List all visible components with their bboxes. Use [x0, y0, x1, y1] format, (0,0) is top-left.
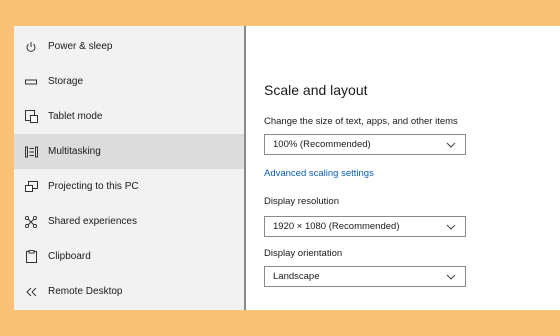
sidebar-item-clipboard[interactable]: Clipboard [14, 239, 244, 274]
sidebar-item-label: Power & sleep [48, 41, 113, 52]
settings-window: Power & sleep Storage Tablet mode Multit… [14, 26, 560, 310]
power-icon [24, 40, 38, 54]
resolution-value: 1920 × 1080 (Recommended) [273, 221, 400, 232]
sidebar-item-label: Tablet mode [48, 111, 103, 122]
shared-experiences-icon [24, 215, 38, 229]
orientation-dropdown[interactable]: Landscape [264, 266, 466, 287]
orientation-label: Display orientation [264, 248, 343, 259]
sidebar-item-projecting[interactable]: Projecting to this PC [14, 169, 244, 204]
main-content: Scale and layout Change the size of text… [246, 26, 560, 310]
clipboard-icon [24, 250, 38, 264]
resolution-dropdown[interactable]: 1920 × 1080 (Recommended) [264, 216, 466, 237]
resolution-label: Display resolution [264, 196, 339, 207]
sidebar-item-label: Clipboard [48, 251, 91, 262]
sidebar-item-multitasking[interactable]: Multitasking [14, 134, 244, 169]
sidebar-item-storage[interactable]: Storage [14, 64, 244, 99]
advanced-scaling-link[interactable]: Advanced scaling settings [264, 168, 374, 179]
remote-desktop-icon [24, 285, 38, 299]
chevron-down-icon [446, 274, 456, 280]
sidebar-item-tablet-mode[interactable]: Tablet mode [14, 99, 244, 134]
sidebar-item-shared-experiences[interactable]: Shared experiences [14, 204, 244, 239]
sidebar-item-label: Shared experiences [48, 216, 137, 227]
tablet-mode-icon [24, 110, 38, 124]
storage-icon [24, 75, 38, 89]
sidebar-item-label: Storage [48, 76, 84, 87]
scale-dropdown[interactable]: 100% (Recommended) [264, 134, 466, 155]
sidebar: Power & sleep Storage Tablet mode Multit… [14, 26, 246, 310]
projecting-icon [24, 180, 38, 194]
sidebar-item-label: Multitasking [48, 146, 101, 157]
page-title: Scale and layout [264, 82, 368, 98]
sidebar-item-label: Projecting to this PC [48, 181, 139, 192]
sidebar-item-remote-desktop[interactable]: Remote Desktop [14, 274, 244, 309]
scale-value: 100% (Recommended) [273, 139, 371, 150]
sidebar-item-label: Remote Desktop [48, 286, 123, 297]
chevron-down-icon [446, 142, 456, 148]
chevron-down-icon [446, 224, 456, 230]
orientation-value: Landscape [273, 271, 320, 282]
scale-label: Change the size of text, apps, and other… [264, 116, 458, 127]
sidebar-item-power-sleep[interactable]: Power & sleep [14, 29, 244, 64]
multitasking-icon [24, 145, 38, 159]
